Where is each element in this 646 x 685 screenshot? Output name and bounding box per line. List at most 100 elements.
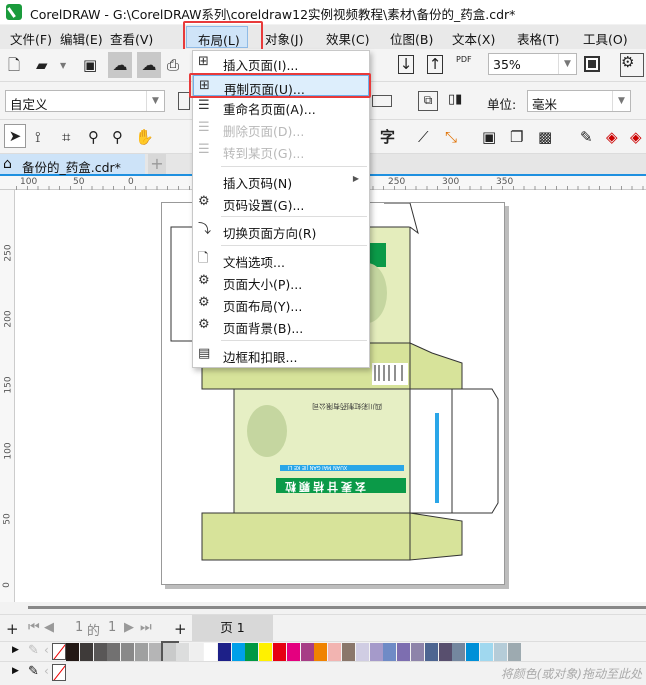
menu-object[interactable]: 对象(J)	[265, 29, 303, 48]
color-swatch[interactable]	[217, 643, 232, 661]
color-swatch[interactable]	[342, 643, 356, 661]
color-swatch[interactable]	[204, 643, 218, 661]
color-swatch[interactable]	[383, 643, 398, 661]
menu-item-page-layout[interactable]: ⚙ 页面布局(Y)...	[193, 293, 369, 314]
last-page-button[interactable]: ⏭	[140, 620, 152, 635]
add-page-before-button[interactable]: +	[6, 620, 19, 638]
import-icon[interactable]: ↓	[398, 55, 414, 74]
eyedropper-icon[interactable]: ✎	[28, 643, 39, 658]
options-icon[interactable]: ⚙	[620, 53, 644, 77]
horizontal-scrollbar[interactable]	[0, 602, 646, 614]
color-swatch[interactable]	[480, 643, 494, 661]
drop-shadow-tool-icon[interactable]: ❐	[510, 129, 523, 145]
export-icon[interactable]: ↑	[427, 55, 443, 74]
color-swatch[interactable]	[273, 643, 287, 661]
open-folder-icon[interactable]: ▰	[36, 57, 48, 73]
menu-edit[interactable]: 编辑(E)	[60, 29, 103, 48]
menu-item-bleed-grommet[interactable]: ▤ 边框和扣眼...	[193, 344, 369, 365]
menu-item-switch-orientation[interactable]: ⤵ 切换页面方向(R)	[193, 220, 369, 241]
zoom-level-dropdown[interactable]: 35% ▼	[488, 53, 577, 75]
menu-tools[interactable]: 工具(O)	[583, 29, 628, 48]
publish-pdf-icon[interactable]: PDF	[456, 55, 472, 64]
color-swatch[interactable]	[397, 643, 412, 661]
menu-view[interactable]: 查看(V)	[110, 29, 153, 48]
page-size-dropdown[interactable]: 自定义 ▼	[5, 90, 165, 112]
menu-bitmap[interactable]: 位图(B)	[390, 29, 433, 48]
zoom-out-icon[interactable]: ⚲	[112, 129, 123, 145]
color-swatch[interactable]	[66, 643, 80, 661]
color-swatch[interactable]	[135, 643, 149, 661]
current-page-icon[interactable]: ▯▮	[448, 92, 462, 108]
no-color-swatch[interactable]	[52, 643, 66, 660]
unit-dropdown[interactable]: 毫米 ▼	[527, 90, 631, 112]
eyedropper-tool-icon[interactable]: ✎	[580, 129, 593, 145]
menu-item-page-background[interactable]: ⚙ 页面背景(B)...	[193, 315, 369, 336]
color-swatch[interactable]	[231, 643, 246, 661]
color-swatch[interactable]	[93, 643, 108, 661]
text-tool-icon[interactable]: 字	[380, 129, 395, 145]
palette-scroll-left-icon[interactable]: ‹	[44, 643, 49, 657]
open-dropdown-icon[interactable]: ▼	[60, 58, 66, 74]
color-swatch[interactable]	[259, 643, 274, 661]
zoom-tool-icon[interactable]: ⚲	[88, 129, 99, 145]
print-icon[interactable]: ⎙	[167, 57, 179, 73]
scrollbar-thumb[interactable]	[28, 606, 646, 609]
color-swatch[interactable]	[438, 643, 453, 661]
dimension-tool-icon[interactable]: ⟋	[418, 129, 429, 145]
palette-scroll-left-icon[interactable]: ‹	[44, 664, 49, 678]
menu-file[interactable]: 文件(F)	[10, 29, 52, 48]
transparency-tool-icon[interactable]: ▩	[538, 129, 552, 145]
pan-tool-icon[interactable]: ✋	[135, 129, 154, 145]
menu-item-page-size[interactable]: ⚙ 页面大小(P)...	[193, 271, 369, 292]
menu-item-insert-page-number[interactable]: 插入页码(N) ▶	[193, 170, 369, 191]
color-swatch[interactable]	[121, 643, 136, 661]
previous-page-button[interactable]: ◀	[44, 620, 54, 635]
crop-tool-icon[interactable]: ⌗	[62, 129, 70, 145]
color-swatch[interactable]	[355, 643, 370, 661]
menu-item-document-options[interactable]: 🗋 文档选项...	[193, 249, 369, 270]
contour-tool-icon[interactable]: ▣	[482, 129, 496, 145]
color-swatch[interactable]	[286, 643, 301, 661]
color-swatch[interactable]	[314, 643, 329, 661]
color-swatch[interactable]	[190, 643, 205, 661]
all-pages-icon[interactable]: ⧉	[418, 91, 438, 111]
full-screen-icon[interactable]	[584, 56, 600, 72]
cloud-download-icon[interactable]: ☁	[108, 52, 132, 78]
cloud-upload-icon[interactable]: ☁	[137, 52, 161, 78]
color-swatch[interactable]	[507, 643, 522, 661]
color-swatch[interactable]	[452, 643, 467, 661]
pick-tool-icon[interactable]: ➤	[4, 124, 26, 148]
color-swatch[interactable]	[300, 643, 315, 661]
interactive-fill-icon[interactable]: ◈	[606, 129, 618, 145]
vertical-ruler[interactable]: 250 200 150 100 50 0	[0, 190, 15, 610]
color-swatch[interactable]	[424, 643, 439, 661]
no-color-swatch[interactable]	[52, 664, 66, 681]
menu-effects[interactable]: 效果(C)	[326, 29, 369, 48]
save-icon[interactable]: ▣	[83, 57, 97, 73]
home-icon[interactable]: ⌂	[3, 156, 12, 172]
shape-tool-icon[interactable]: ⟟	[35, 129, 41, 145]
smart-fill-icon[interactable]: ◈	[630, 129, 642, 145]
color-swatch[interactable]	[79, 643, 94, 661]
color-swatch[interactable]	[411, 643, 425, 661]
menu-item-rename-page[interactable]: ☰ 重命名页面(A)...	[193, 96, 369, 117]
color-swatch[interactable]	[328, 643, 343, 661]
first-page-button[interactable]: ⏮	[28, 620, 40, 635]
color-swatch[interactable]	[466, 643, 481, 661]
color-swatch[interactable]	[176, 643, 191, 661]
landscape-icon[interactable]	[372, 95, 392, 107]
add-page-after-button[interactable]: +	[174, 620, 187, 638]
menu-item-page-number-settings[interactable]: ⚙ 页码设置(G)...	[193, 192, 369, 213]
color-swatch[interactable]	[107, 643, 122, 661]
color-swatch[interactable]	[369, 643, 384, 661]
page-tab[interactable]: 页 1	[192, 615, 273, 641]
menu-table[interactable]: 表格(T)	[517, 29, 559, 48]
connector-tool-icon[interactable]: ⤡	[445, 129, 457, 145]
color-swatch[interactable]	[245, 643, 260, 661]
color-swatch[interactable]	[493, 643, 508, 661]
color-swatch[interactable]	[160, 641, 179, 663]
new-tab-button[interactable]: +	[148, 154, 166, 174]
palette-expand-icon[interactable]: ▶	[12, 645, 19, 655]
menu-item-insert-page[interactable]: ⊞ 插入页面(I)...	[193, 52, 369, 73]
document-tab[interactable]: ⌂ 备份的_药盒.cdr*	[0, 154, 145, 175]
